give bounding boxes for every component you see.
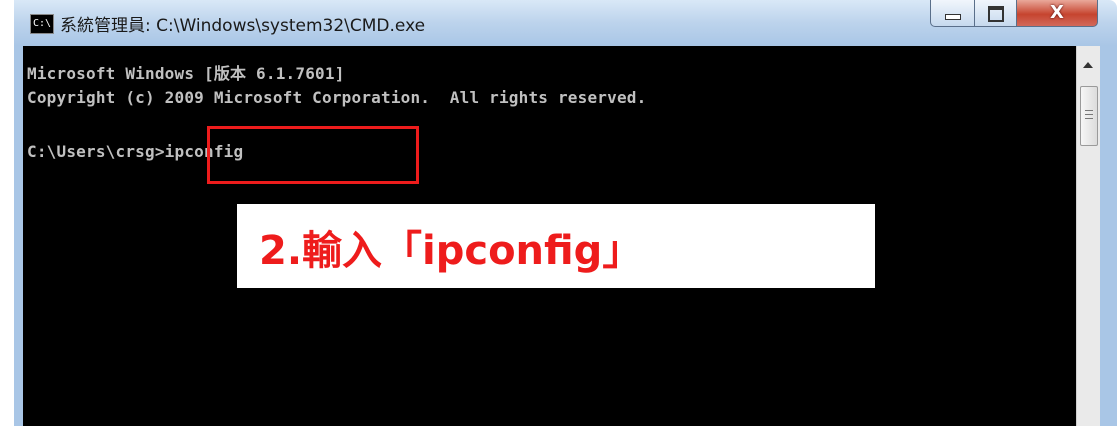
scroll-up-arrow-icon[interactable] — [1083, 62, 1093, 68]
instruction-text: 2.輸入「ipconfig」 — [259, 228, 643, 274]
window-frame-left — [14, 46, 23, 426]
vertical-scrollbar[interactable] — [1076, 46, 1100, 426]
scroll-thumb[interactable] — [1080, 86, 1098, 146]
close-icon: X — [1050, 2, 1064, 23]
command-highlight-box — [207, 126, 419, 184]
cmd-window: C:\ 系統管理員: C:\Windows\system32\CMD.exe X… — [0, 0, 1117, 426]
thumb-grip-icon — [1085, 118, 1093, 119]
window-title: 系統管理員: C:\Windows\system32\CMD.exe — [60, 16, 426, 36]
minimize-button[interactable] — [930, 0, 976, 27]
close-button[interactable]: X — [1016, 0, 1098, 27]
cmd-app-icon[interactable]: C:\ — [30, 14, 54, 34]
maximize-button[interactable] — [974, 0, 1018, 27]
thumb-grip-icon — [1085, 110, 1093, 111]
console-line-copyright: Copyright (c) 2009 Microsoft Corporation… — [27, 88, 647, 107]
thumb-grip-icon — [1085, 114, 1093, 115]
instruction-annotation: 2.輸入「ipconfig」 — [237, 204, 875, 288]
maximize-icon — [988, 6, 1004, 22]
window-frame-right — [1099, 46, 1117, 426]
minimize-icon — [945, 14, 961, 20]
console-line-version: Microsoft Windows [版本 6.1.7601] — [27, 64, 345, 83]
